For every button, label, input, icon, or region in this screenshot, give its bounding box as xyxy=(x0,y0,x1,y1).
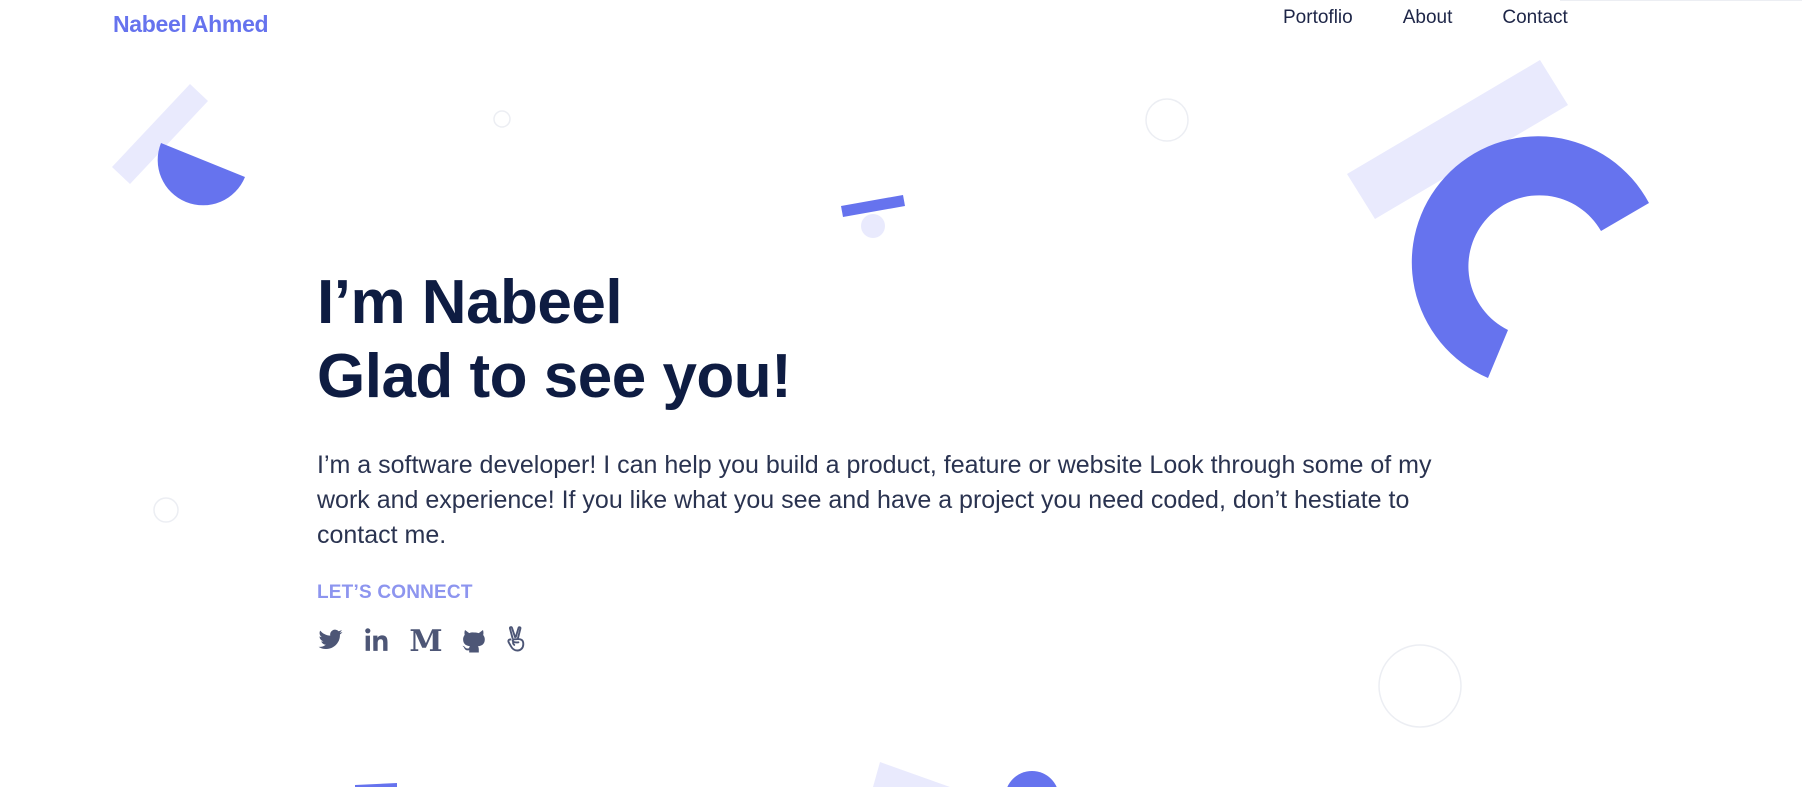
deco-ring-right xyxy=(1378,644,1462,728)
deco-bar-bottom xyxy=(355,783,397,787)
hero-title: I’m Nabeel Glad to see you! xyxy=(317,266,1437,414)
github-icon xyxy=(462,629,485,652)
hero-description: I’m a software developer! I can help you… xyxy=(317,451,1432,549)
svg-text:M: M xyxy=(410,626,442,654)
deco-dot-center xyxy=(861,214,885,238)
deco-rect-left xyxy=(112,84,208,184)
deco-half-circle-left xyxy=(157,143,245,206)
deco-small-ring xyxy=(493,110,511,128)
deco-triangle-bottom xyxy=(873,762,950,787)
hero-section: I’m Nabeel Glad to see you! I’m a softwa… xyxy=(317,266,1437,656)
medium-link[interactable]: M xyxy=(410,624,442,656)
angellist-link[interactable] xyxy=(506,624,526,656)
hero-title-line-1: I’m Nabeel xyxy=(317,268,623,337)
deco-circle-bottom xyxy=(1007,771,1057,787)
twitter-link[interactable] xyxy=(317,624,344,656)
nav-item-contact[interactable]: Contact xyxy=(1502,7,1567,29)
deco-ring-center xyxy=(1145,98,1189,142)
angellist-icon xyxy=(507,626,525,652)
linkedin-icon xyxy=(365,628,388,651)
deco-arc-right xyxy=(1411,136,1649,378)
deco-rect-right xyxy=(1347,60,1568,219)
top-divider xyxy=(1560,0,1802,1)
logo[interactable]: Nabeel Ahmed xyxy=(113,11,269,38)
deco-ring-left xyxy=(153,497,179,523)
deco-bar-center xyxy=(841,195,905,217)
social-links: M xyxy=(317,624,1437,656)
connect-label: LET’S CONNECT xyxy=(317,582,473,603)
nav-item-about[interactable]: About xyxy=(1403,7,1453,29)
linkedin-link[interactable] xyxy=(364,624,390,656)
main-nav: Portoflio About Contact xyxy=(1283,3,1568,33)
github-link[interactable] xyxy=(462,624,486,656)
hero-title-line-2: Glad to see you! xyxy=(317,342,792,411)
twitter-icon xyxy=(318,629,343,650)
medium-icon: M xyxy=(410,626,442,654)
nav-item-portfolio[interactable]: Portoflio xyxy=(1283,7,1353,29)
page: Nabeel Ahmed Portoflio About Contact I’m… xyxy=(0,0,1802,787)
